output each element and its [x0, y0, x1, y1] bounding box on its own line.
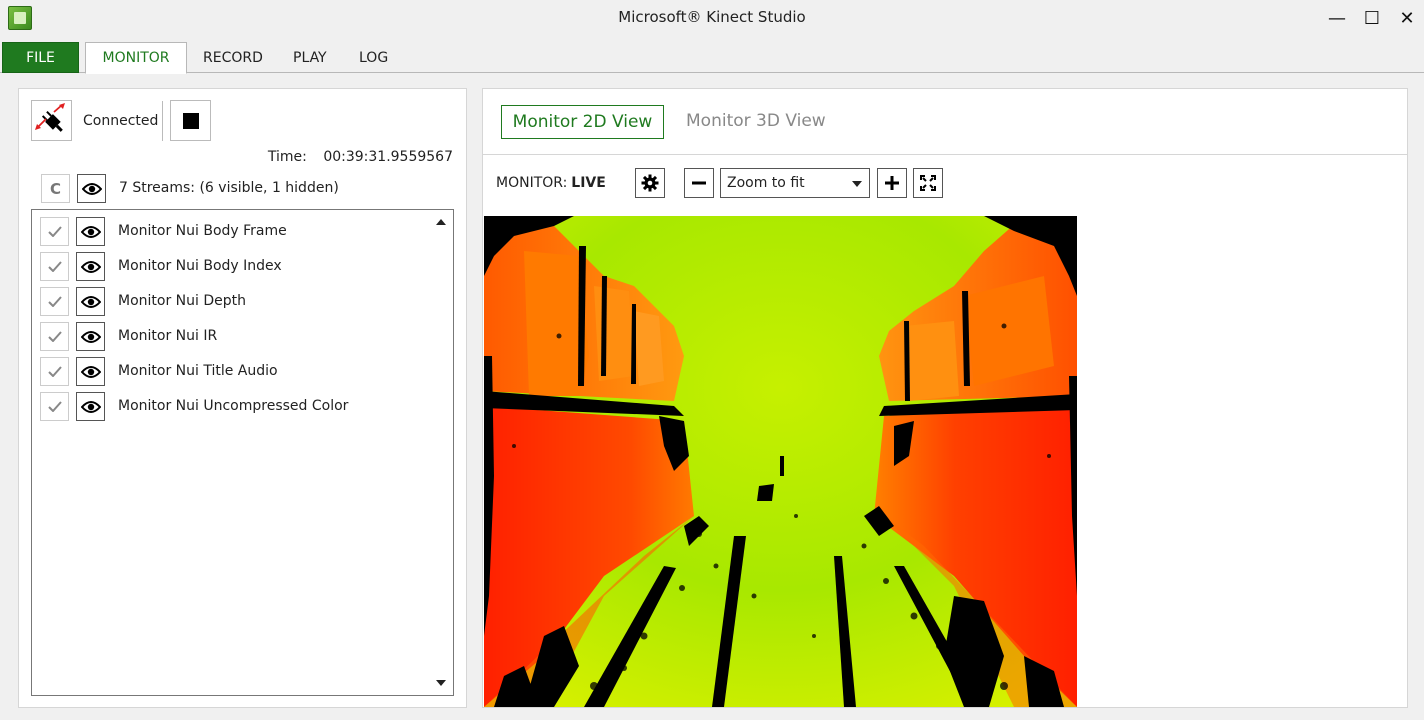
eye-icon: [80, 400, 101, 413]
stop-icon: [183, 113, 199, 129]
zoom-out-button[interactable]: [684, 168, 714, 198]
tab-monitor[interactable]: MONITOR: [85, 42, 187, 74]
stream-visibility-button[interactable]: [76, 392, 105, 421]
eye-icon: [80, 330, 101, 343]
monitor-status: MONITOR: LIVE: [496, 175, 606, 191]
checkmark-icon: [47, 401, 62, 412]
stream-visibility-button[interactable]: [76, 322, 105, 351]
eye-icon: [81, 182, 102, 195]
checkmark-icon: [47, 296, 62, 307]
eye-icon: [80, 295, 101, 308]
stream-list[interactable]: Monitor Nui Body Frame Monitor Nui Body …: [31, 209, 454, 696]
stream-visibility-button[interactable]: [76, 252, 105, 281]
list-item[interactable]: Monitor Nui Title Audio: [40, 357, 420, 388]
checkmark-icon: [47, 226, 62, 237]
maximize-button[interactable]: ☐: [1357, 6, 1387, 30]
scroll-up-arrow[interactable]: [436, 219, 446, 225]
tab-record[interactable]: RECORD: [187, 42, 279, 73]
list-item[interactable]: Monitor Nui Uncompressed Color: [40, 392, 420, 423]
chevron-down-icon: [852, 181, 862, 187]
clear-selection-button[interactable]: C: [41, 174, 70, 203]
expand-icon: [920, 175, 936, 191]
streams-summary: 7 Streams: (6 visible, 1 hidden): [119, 180, 339, 196]
list-item[interactable]: Monitor Nui Body Index: [40, 252, 420, 283]
depth-stream-view[interactable]: [484, 216, 1077, 707]
stream-check-button[interactable]: [40, 322, 69, 351]
checkmark-icon: [47, 331, 62, 342]
tab-monitor-2d-view[interactable]: Monitor 2D View: [501, 105, 664, 139]
close-button[interactable]: ✕: [1392, 6, 1422, 30]
ribbon-tab-bar: FILE MONITOR RECORD PLAY LOG: [0, 42, 1424, 74]
gear-icon: [641, 174, 659, 192]
minimize-button[interactable]: —: [1322, 6, 1352, 30]
title-bar: Microsoft® Kinect Studio — ☐ ✕: [0, 0, 1424, 36]
stream-check-button[interactable]: [40, 357, 69, 386]
eye-icon: [80, 260, 101, 273]
window-title: Microsoft® Kinect Studio: [618, 8, 806, 26]
list-item[interactable]: Monitor Nui Depth: [40, 287, 420, 318]
tab-play[interactable]: PLAY: [277, 42, 343, 73]
time-value: 00:39:31.9559567: [323, 149, 453, 165]
stream-visibility-button[interactable]: [76, 217, 105, 246]
toolbar-divider: [162, 101, 163, 141]
tab-log[interactable]: LOG: [343, 42, 404, 73]
toggle-all-visibility-button[interactable]: [77, 174, 106, 203]
monitor-panel: Monitor 2D View Monitor 3D View MONITOR:…: [482, 88, 1408, 708]
time-readout: Time: 00:39:31.9559567: [268, 149, 453, 165]
stream-check-button[interactable]: [40, 252, 69, 281]
connect-toggle-button[interactable]: [31, 100, 72, 141]
list-item[interactable]: Monitor Nui Body Frame: [40, 217, 420, 248]
stream-name: Monitor Nui IR: [118, 328, 218, 344]
plug-connect-icon: [35, 103, 65, 132]
stream-name: Monitor Nui Body Index: [118, 258, 282, 274]
minus-icon: [692, 181, 706, 185]
scroll-down-arrow[interactable]: [436, 680, 446, 686]
tab-file[interactable]: FILE: [2, 42, 79, 73]
stream-name: Monitor Nui Body Frame: [118, 223, 287, 239]
stream-check-button[interactable]: [40, 217, 69, 246]
eye-icon: [80, 365, 101, 378]
checkmark-icon: [47, 366, 62, 377]
streams-panel: Connected Time: 00:39:31.9559567 C 7 Str…: [18, 88, 467, 708]
depth-image: [484, 216, 1077, 707]
time-label: Time:: [267, 149, 307, 165]
checkmark-icon: [47, 261, 62, 272]
connection-status: Connected: [83, 113, 159, 129]
fullscreen-button[interactable]: [913, 168, 943, 198]
stream-name: Monitor Nui Title Audio: [118, 363, 278, 379]
stop-button[interactable]: [170, 100, 211, 141]
stream-name: Monitor Nui Depth: [118, 293, 246, 309]
stream-visibility-button[interactable]: [76, 357, 105, 386]
stream-check-button[interactable]: [40, 392, 69, 421]
zoom-dropdown-value: Zoom to fit: [727, 175, 805, 191]
eye-icon: [80, 225, 101, 238]
zoom-dropdown[interactable]: Zoom to fit: [720, 168, 870, 198]
settings-button[interactable]: [635, 168, 665, 198]
zoom-in-button[interactable]: [877, 168, 907, 198]
view-tabs-divider: [483, 154, 1407, 155]
list-item[interactable]: Monitor Nui IR: [40, 322, 420, 353]
stream-visibility-button[interactable]: [76, 287, 105, 316]
tab-monitor-3d-view[interactable]: Monitor 3D View: [686, 111, 826, 131]
monitor-label: MONITOR:: [496, 175, 568, 191]
stream-check-button[interactable]: [40, 287, 69, 316]
plus-icon: [885, 176, 899, 190]
stream-name: Monitor Nui Uncompressed Color: [118, 398, 349, 414]
monitor-live-state: LIVE: [571, 175, 606, 191]
